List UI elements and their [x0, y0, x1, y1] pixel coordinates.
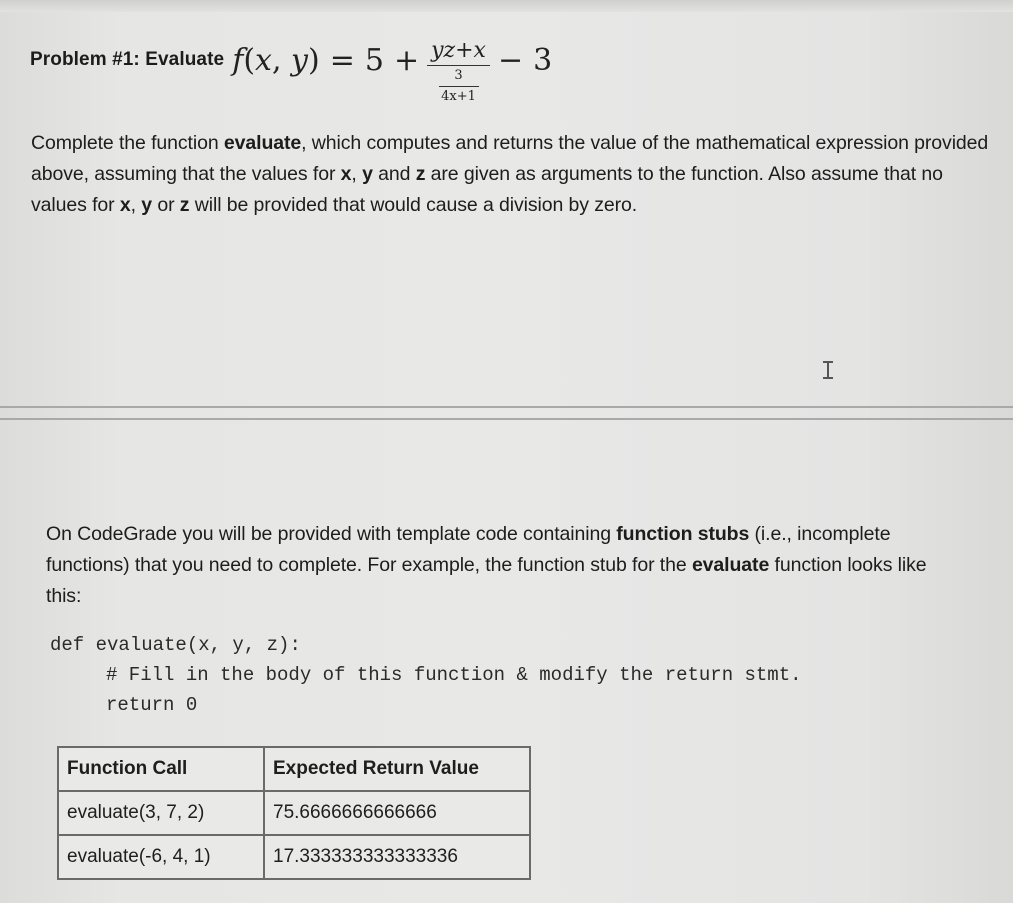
header-expected-return: Expected Return Value — [263, 746, 531, 792]
text-cursor-icon — [823, 361, 833, 379]
cell-expected-value: 17.333333333333336 — [263, 834, 531, 880]
formula-paren-close: ) — [307, 42, 320, 78]
fraction-bar — [427, 64, 490, 67]
table-row: evaluate(3, 7, 2) 75.6666666666666 — [57, 790, 531, 836]
fraction-numerator: yz+x — [431, 37, 486, 63]
inner-numerator: 3 — [454, 68, 463, 84]
header-function-call: Function Call — [57, 746, 265, 792]
document-page-1: Problem #1: Evaluate f ( x , y ) = 5 + y… — [0, 0, 1013, 405]
code-line-comment: # Fill in the body of this function & mo… — [106, 664, 802, 686]
intro-paragraph: Complete the function evaluate, which co… — [31, 132, 989, 216]
table-header-row: Function Call Expected Return Value — [57, 746, 531, 792]
problem-heading: Problem #1: Evaluate f ( x , y ) = 5 + y… — [30, 30, 552, 104]
formula-paren-open: ( — [243, 42, 256, 78]
formula-function-name: f — [232, 42, 244, 78]
code-block: def evaluate(x, y, z): # Fill in the body… — [50, 630, 802, 720]
table-row: evaluate(-6, 4, 1) 17.333333333333336 — [57, 834, 531, 880]
problem-label: Problem #1: Evaluate — [30, 49, 225, 70]
cell-function-call: evaluate(3, 7, 2) — [57, 790, 265, 836]
inner-fraction-bar — [438, 86, 479, 88]
formula-constant: 5 — [364, 42, 384, 78]
cell-function-call: evaluate(-6, 4, 1) — [57, 834, 265, 880]
formula-var-x: x — [255, 42, 272, 78]
formula: f ( x , y ) = 5 + yz+x 3 4x+1 − 3 — [232, 27, 553, 104]
fraction-denominator: 3 4x+1 — [438, 68, 479, 105]
code-line-return: return 0 — [106, 694, 198, 716]
formula-plus: + — [393, 42, 420, 78]
formula-fraction: yz+x 3 4x+1 — [427, 37, 490, 106]
formula-subtrahend: 3 — [533, 42, 553, 78]
page-break-line-top — [0, 406, 1013, 408]
code-line-def: def evaluate(x, y, z): — [50, 634, 301, 656]
page-break-line-bottom — [0, 418, 1013, 420]
cell-expected-value: 75.6666666666666 — [263, 790, 531, 836]
formula-var-y: y — [291, 42, 308, 78]
formula-sep: , — [271, 42, 292, 78]
stub-paragraph: On CodeGrade you will be provided with t… — [46, 523, 927, 607]
inner-denominator: 4x+1 — [441, 89, 476, 105]
formula-minus: − — [497, 42, 524, 78]
expected-values-table: Function Call Expected Return Value eval… — [57, 746, 531, 880]
formula-equals: = — [329, 42, 355, 78]
